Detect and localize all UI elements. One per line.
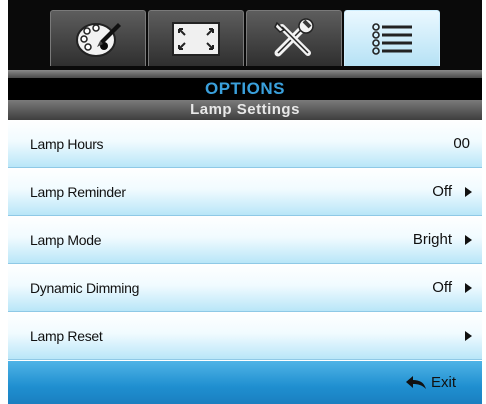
- row-value: 00: [453, 135, 470, 152]
- tab-options[interactable]: [344, 10, 440, 66]
- chevron-right-icon[interactable]: [465, 283, 472, 293]
- return-arrow-icon: [405, 375, 426, 389]
- tab-bar: [8, 0, 482, 71]
- setup-tools-icon: [274, 17, 314, 56]
- screen-display-icon: [172, 21, 220, 56]
- osd-menu: OPTIONS Lamp Settings Lamp Hours 00 Lamp…: [8, 0, 482, 404]
- exit-button[interactable]: Exit: [405, 361, 456, 404]
- row-value: Off: [432, 183, 452, 200]
- settings-list: Lamp Hours 00 Lamp Reminder Off Lamp Mod…: [8, 120, 482, 360]
- row-lamp-mode[interactable]: Lamp Mode Bright: [8, 216, 482, 264]
- exit-label: Exit: [430, 374, 456, 391]
- row-label: Dynamic Dimming: [30, 280, 140, 296]
- options-list-icon: [372, 22, 412, 55]
- row-value: Off: [432, 279, 452, 296]
- row-label: Lamp Hours: [30, 136, 104, 152]
- menu-title: OPTIONS: [8, 78, 482, 100]
- row-label: Lamp Reminder: [30, 184, 126, 200]
- menu-footer: Exit: [8, 361, 482, 404]
- tab-color[interactable]: [50, 10, 146, 66]
- row-lamp-reset[interactable]: Lamp Reset: [8, 312, 482, 360]
- chevron-right-icon[interactable]: [465, 187, 472, 197]
- row-label: Lamp Reset: [30, 328, 103, 344]
- chevron-right-icon[interactable]: [465, 331, 472, 341]
- row-dynamic-dimming[interactable]: Dynamic Dimming Off: [8, 264, 482, 312]
- chevron-right-icon[interactable]: [465, 235, 472, 245]
- row-lamp-hours[interactable]: Lamp Hours 00: [8, 120, 482, 168]
- row-label: Lamp Mode: [30, 232, 102, 248]
- submenu-title: Lamp Settings: [8, 100, 482, 120]
- tab-display[interactable]: [148, 10, 244, 66]
- row-value: Bright: [412, 231, 452, 248]
- tab-bar-divider: [8, 70, 482, 78]
- tab-setup[interactable]: [246, 10, 342, 66]
- row-lamp-reminder[interactable]: Lamp Reminder Off: [8, 168, 482, 216]
- color-palette-icon: [76, 22, 121, 57]
